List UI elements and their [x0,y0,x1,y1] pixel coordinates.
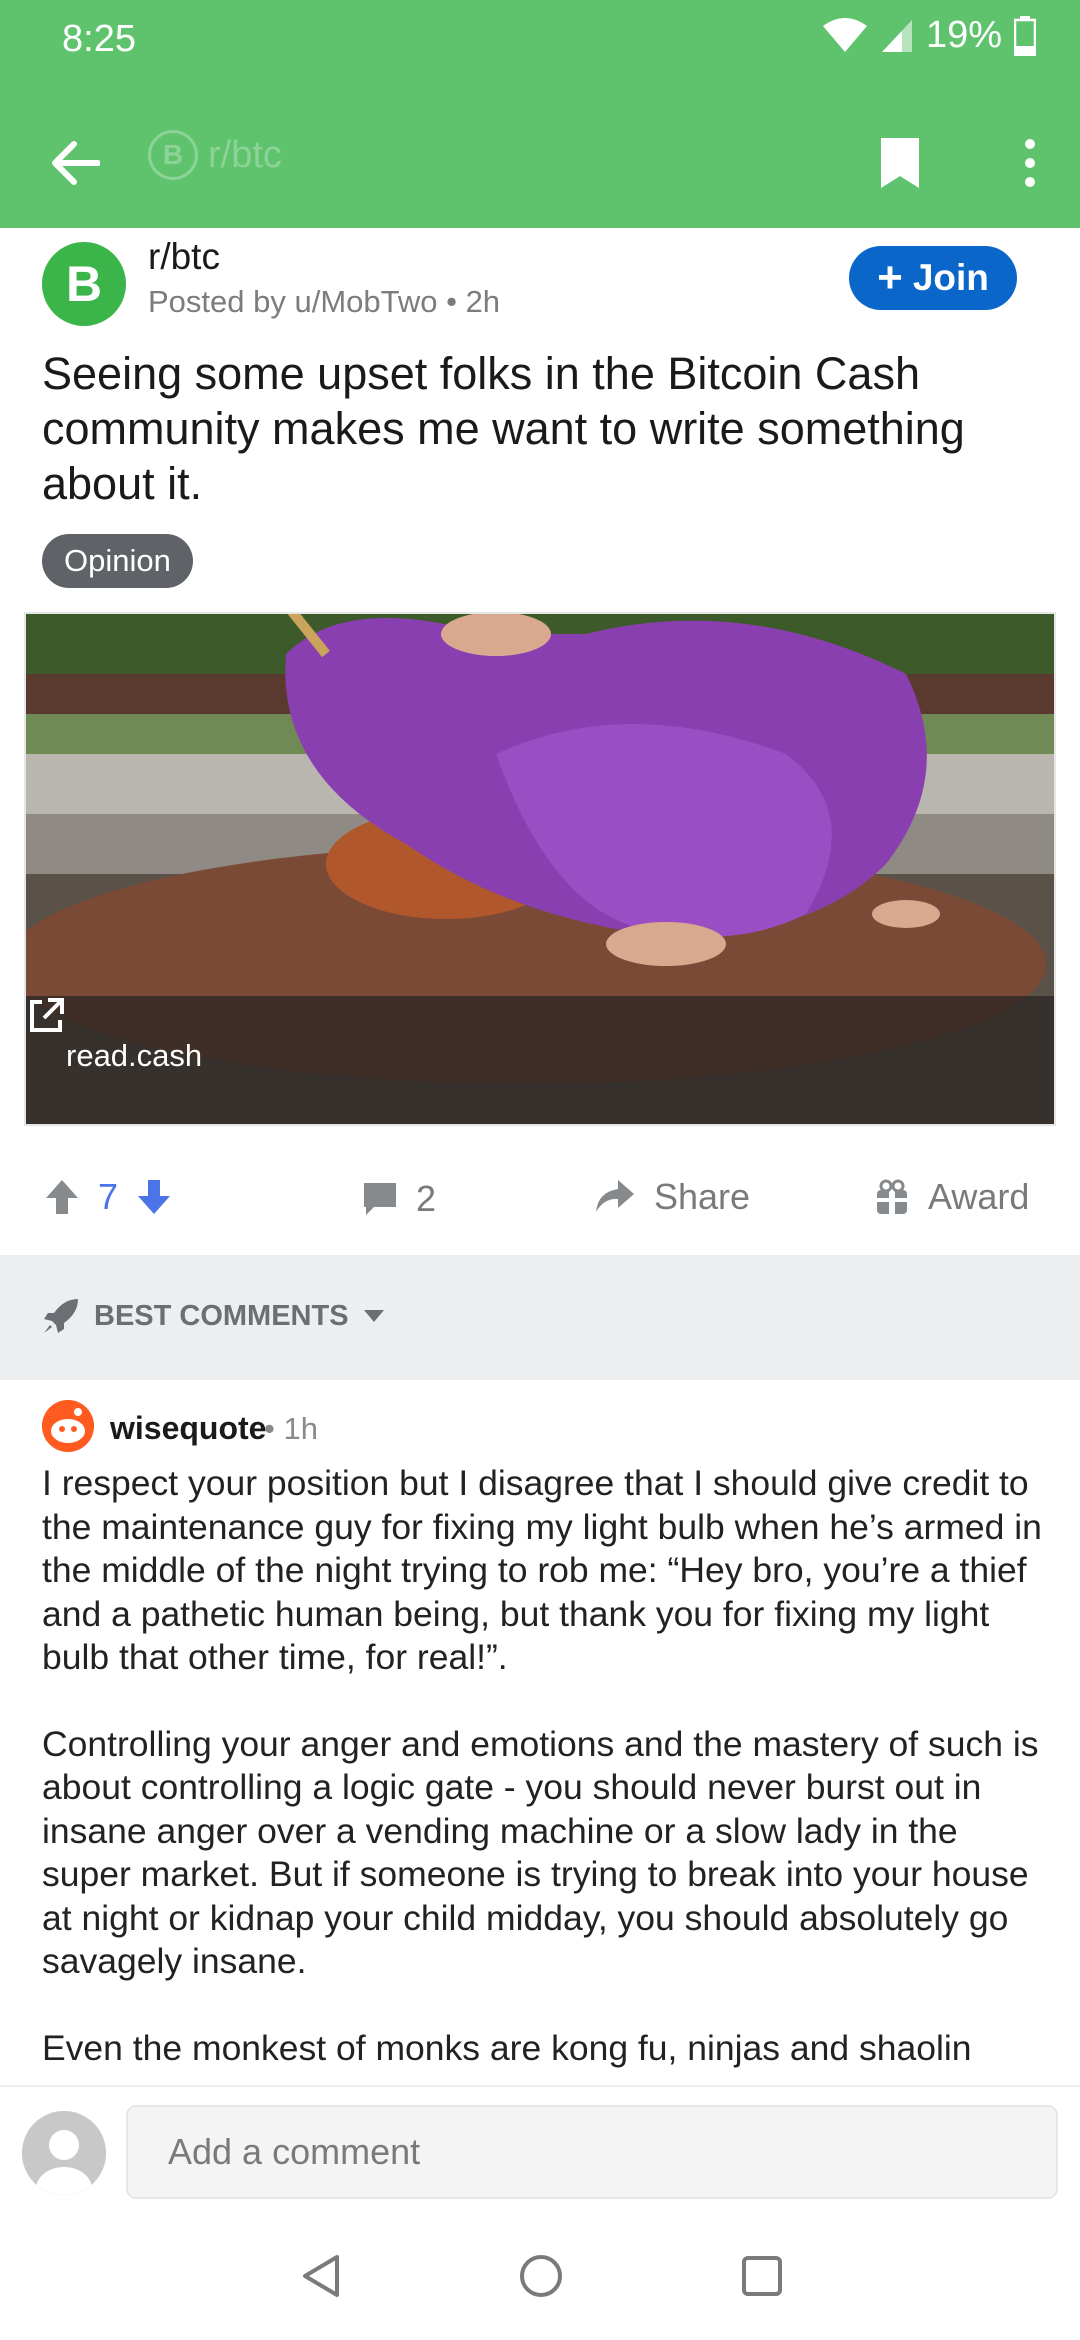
battery-percent: 19% [925,14,1002,56]
comment-sort-button[interactable]: BEST COMMENTS [42,1297,385,1335]
share-button[interactable]: Share [594,1176,750,1218]
award-button[interactable]: Award [874,1176,1029,1218]
caret-down-icon [363,1310,384,1322]
circle-home-icon [520,2255,562,2297]
app-bar-title-text: r/btc [208,133,282,176]
post-title: Seeing some upset folks in the Bitcoin C… [42,348,965,509]
post-meta[interactable]: Posted by u/MobTwo • 2h [148,284,500,320]
nav-recents-button[interactable] [717,2241,807,2311]
comment-sort-label: BEST COMMENTS [94,1299,349,1332]
join-button[interactable]: + Join [849,246,1017,310]
nav-back-button[interactable] [276,2241,366,2311]
wifi-icon [822,17,867,52]
comment-author[interactable]: wisequote [110,1410,266,1447]
post-actions: 7 2 Share Award [0,1150,1080,1250]
add-comment-input[interactable]: Add a comment [126,2105,1058,2199]
bookmark-button[interactable] [860,118,940,208]
comment-body: I respect your position but I disagree t… [42,1462,1054,2085]
subreddit-icon-faded: B [148,130,198,180]
award-label: Award [928,1176,1030,1217]
share-icon [596,1180,634,1212]
back-button[interactable] [30,118,120,208]
subreddit-avatar[interactable]: B [42,242,126,326]
upvote-icon[interactable] [44,1178,80,1216]
square-recents-icon [742,2256,782,2296]
snoo-avatar[interactable] [42,1400,94,1452]
app-bar: B r/btc [0,100,1080,210]
status-icons: 19% [822,14,1036,57]
comment: wisequote • 1h I respect your position b… [0,1380,1080,2085]
app-header: 8:25 19% B r/btc [0,0,1080,228]
link-domain: read.cash [66,1038,203,1073]
app-bar-title: B r/btc [148,130,282,180]
battery-icon [1014,15,1036,56]
comments-button[interactable]: 2 [362,1178,436,1220]
nav-home-button[interactable] [496,2241,586,2311]
arrow-left-icon [52,141,100,185]
post-flair[interactable]: Opinion [42,534,193,588]
comment-paragraph: I respect your position but I disagree t… [42,1463,1042,1677]
link-preview[interactable]: read.cash [24,612,1056,1126]
join-label: Join [912,257,989,298]
downvote-icon[interactable] [136,1178,172,1216]
comment-time: • 1h [264,1411,318,1446]
comment-icon [364,1183,396,1215]
plus-icon: + [877,253,903,302]
compose-bar: Add a comment [0,2085,1080,2215]
external-link-icon [30,998,64,1032]
comment-sort-bar: BEST COMMENTS [0,1255,1080,1380]
user-avatar [22,2111,106,2195]
system-nav-bar [0,2215,1080,2340]
gift-icon [877,1179,907,1214]
rocket-icon [44,1299,78,1333]
bookmark-icon [881,138,919,188]
more-vertical-icon [1025,139,1035,187]
comment-paragraph: Even the monkest of monks are kong fu, n… [42,2027,972,2068]
comment-paragraph: Controlling your anger and emotions and … [42,1723,1039,1982]
comment-count: 2 [416,1178,437,1219]
status-time: 8:25 [62,18,136,60]
triangle-back-icon [303,2255,339,2297]
status-bar: 8:25 19% [0,0,1080,80]
vote-controls: 7 [44,1176,172,1218]
signal-icon [881,19,912,52]
more-options-button[interactable] [1000,118,1060,208]
share-label: Share [654,1176,751,1217]
subreddit-name[interactable]: r/btc [148,236,220,278]
post-score: 7 [98,1176,119,1217]
preview-footer: read.cash [26,996,1054,1124]
